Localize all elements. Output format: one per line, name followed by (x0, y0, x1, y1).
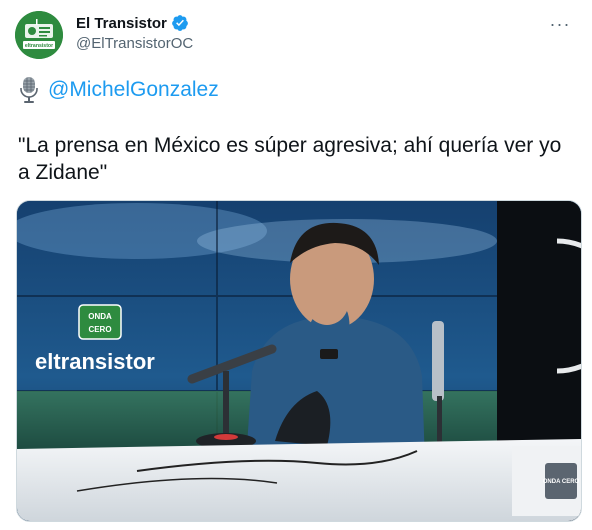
display-name[interactable]: El Transistor (76, 14, 189, 32)
svg-text:eltransistor: eltransistor (25, 43, 53, 49)
more-options-button[interactable]: ··· (548, 12, 572, 36)
studio-photo: ONDA CERO eltransistor ONDA CERO (17, 201, 581, 521)
verified-badge-icon (171, 15, 188, 31)
eltransistor-logo-text: eltransistor (35, 349, 155, 374)
avatar[interactable]: eltransistor (15, 11, 63, 59)
svg-text:CERO: CERO (88, 325, 111, 334)
user-handle[interactable]: @ElTransistorOC (76, 35, 193, 52)
microphone-icon (20, 77, 38, 103)
more-dots-icon: ··· (549, 14, 571, 34)
tweet-media-image[interactable]: ONDA CERO eltransistor ONDA CERO (16, 200, 582, 522)
transistor-logo-icon: eltransistor (15, 11, 63, 59)
display-name-text: El Transistor (76, 14, 167, 32)
tweet-text: "La prensa en México es súper agresiva; … (18, 134, 562, 184)
mention-link[interactable]: @MichelGonzalez (48, 78, 219, 102)
onda-cero-badge: ONDA CERO (78, 304, 122, 340)
tweet-card[interactable]: eltransistor El Transistor @ElTransistor… (0, 0, 592, 530)
svg-text:ONDA: ONDA (88, 312, 112, 321)
mention-line: @MichelGonzalez (18, 76, 219, 104)
desk-badge-text: ONDA CERO (543, 479, 580, 485)
